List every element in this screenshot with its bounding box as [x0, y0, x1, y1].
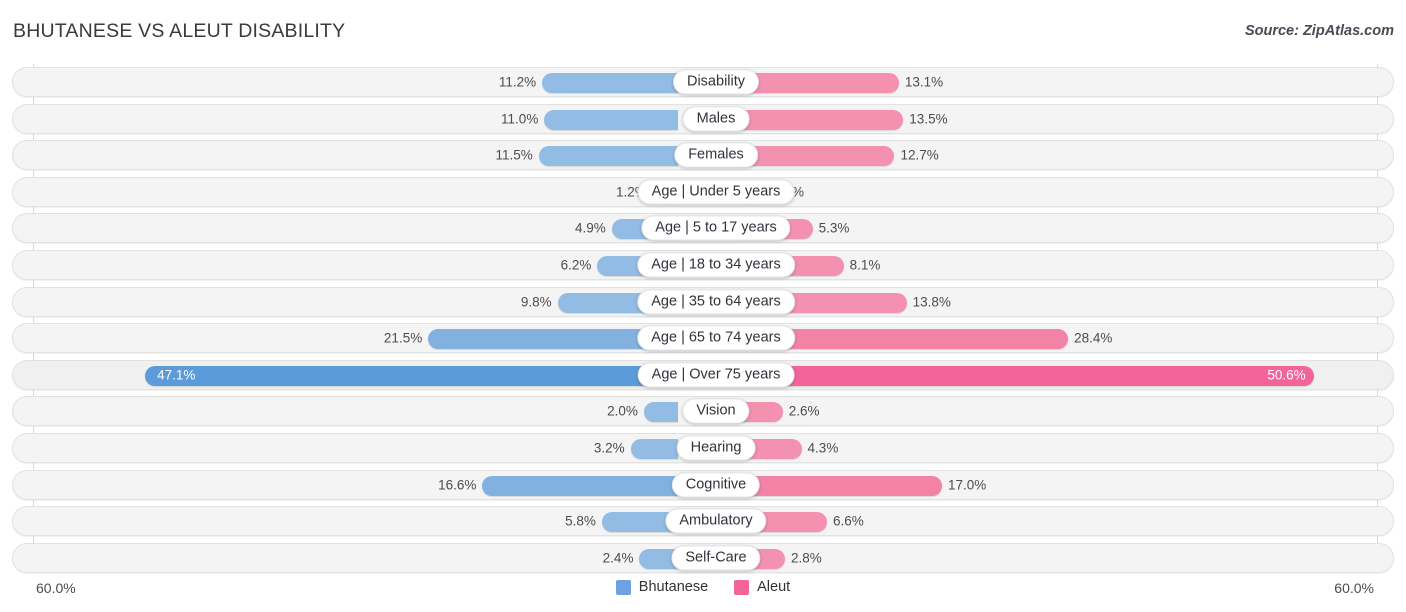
bar-value-aleut: 5.3%: [818, 220, 850, 236]
legend-label: Bhutanese: [638, 579, 709, 595]
bar-value-aleut: 28.4%: [1074, 330, 1113, 346]
bar-value-bhutanese: 11.2%: [498, 74, 537, 90]
table-row[interactable]: 11.2% 13.1% Disability: [12, 67, 1394, 97]
bar-value-bhutanese: 2.0%: [607, 403, 638, 419]
legend-item[interactable]: Aleut: [734, 579, 790, 595]
legend-swatch-icon: [734, 579, 750, 595]
source-attribution: Source: ZipAtlas.com: [1244, 23, 1394, 39]
table-row[interactable]: 11.0% 13.5% Males: [12, 103, 1394, 134]
bar-bhutanese[interactable]: [630, 439, 678, 459]
category-label[interactable]: Age | 5 to 17 years: [641, 215, 791, 241]
bar-bhutanese[interactable]: [482, 475, 678, 496]
bar-value-bhutanese: 4.9%: [575, 220, 606, 236]
bar-value-aleut: 2.8%: [790, 550, 822, 566]
category-label[interactable]: Vision: [682, 398, 750, 424]
table-row[interactable]: 2.0% 2.6% Vision: [12, 396, 1394, 427]
page-title: BHUTANESE VS ALEUT DISABILITY: [13, 20, 346, 42]
bar-value-bhutanese: 3.2%: [593, 440, 625, 456]
bar-bhutanese[interactable]: [538, 146, 678, 167]
category-label[interactable]: Age | Over 75 years: [637, 362, 795, 388]
bar-value-aleut: 4.3%: [807, 440, 839, 456]
table-row[interactable]: 6.2% 8.1% Age | 18 to 34 years: [12, 250, 1394, 280]
bar-aleut[interactable]: [742, 109, 904, 130]
category-label[interactable]: Age | 18 to 34 years: [637, 252, 795, 278]
table-row[interactable]: 11.5% 12.7% Females: [12, 140, 1394, 171]
bar-value-aleut: 13.5%: [909, 111, 948, 127]
bar-bhutanese[interactable]: [542, 73, 678, 93]
bar-aleut[interactable]: [742, 475, 943, 496]
bar-aleut[interactable]: [742, 146, 895, 167]
bar-value-aleut: 13.8%: [912, 294, 951, 310]
legend-swatch-icon: [615, 579, 631, 595]
bar-value-bhutanese: 21.5%: [383, 330, 423, 346]
bar-value-bhutanese: 6.2%: [560, 257, 592, 273]
category-label[interactable]: Age | Under 5 years: [637, 179, 795, 205]
table-row[interactable]: 1.2%1.2%Age | Under 5 years: [12, 176, 1394, 207]
bar-value-bhutanese: 47.1%: [157, 367, 196, 383]
table-row[interactable]: 5.8% 6.6% Ambulatory: [12, 506, 1394, 537]
table-row[interactable]: 47.1% 50.6% Age | Over 75 years: [12, 359, 1394, 390]
bar-value-bhutanese: 2.4%: [602, 550, 634, 566]
category-label[interactable]: Cognitive: [671, 472, 761, 498]
bar-value-bhutanese: 11.0%: [501, 111, 539, 127]
chart-page: BHUTANESE VS ALEUT DISABILITY Source: Zi…: [0, 0, 1406, 612]
table-row[interactable]: 9.8% 13.8% Age | 35 to 64 years: [12, 286, 1394, 317]
table-row[interactable]: 4.9% 5.3% Age | 5 to 17 years: [12, 213, 1394, 244]
category-label[interactable]: Hearing: [676, 435, 756, 461]
bar-value-aleut: 8.1%: [849, 257, 881, 273]
category-label[interactable]: Females: [674, 142, 758, 168]
table-row[interactable]: 3.2% 4.3% Hearing: [12, 433, 1394, 463]
category-label[interactable]: Males: [682, 106, 750, 132]
bar-value-aleut: 13.1%: [904, 74, 944, 90]
bar-bhutanese[interactable]: [544, 109, 678, 130]
bar-value-bhutanese: 5.8%: [565, 513, 596, 529]
bar-value-aleut: 50.6%: [1267, 367, 1306, 383]
legend-label: Aleut: [757, 579, 791, 595]
bar-aleut[interactable]: [742, 365, 1314, 386]
category-label[interactable]: Disability: [672, 69, 760, 95]
bar-value-aleut: 6.6%: [832, 513, 864, 529]
bar-value-aleut: 2.6%: [788, 403, 820, 419]
table-row[interactable]: 16.6% 17.0% Cognitive: [12, 469, 1394, 500]
table-row[interactable]: 2.4% 2.8% Self-Care: [12, 542, 1394, 573]
table-row[interactable]: 21.5% 28.4% Age | 65 to 74 years: [12, 323, 1394, 354]
bar-value-bhutanese: 9.8%: [520, 294, 552, 310]
category-label[interactable]: Self-Care: [671, 545, 761, 571]
bar-value-aleut: 12.7%: [900, 147, 939, 163]
chart-plot-area: 11.2% 13.1% Disability 11.0% 13.5% Males 11.5%…: [0, 62, 1406, 577]
bar-aleut[interactable]: [742, 73, 899, 93]
bar-bhutanese[interactable]: [145, 365, 678, 386]
chart-legend: Bhutanese Aleut: [0, 579, 1406, 595]
category-label[interactable]: Age | 65 to 74 years: [637, 325, 795, 351]
bar-bhutanese[interactable]: [643, 402, 678, 423]
category-label[interactable]: Ambulatory: [665, 508, 767, 534]
legend-item[interactable]: Bhutanese: [615, 579, 709, 595]
bar-value-bhutanese: 16.6%: [438, 477, 477, 493]
bar-value-bhutanese: 11.5%: [495, 147, 533, 163]
bar-value-aleut: 17.0%: [948, 477, 987, 493]
category-label[interactable]: Age | 35 to 64 years: [637, 289, 795, 315]
